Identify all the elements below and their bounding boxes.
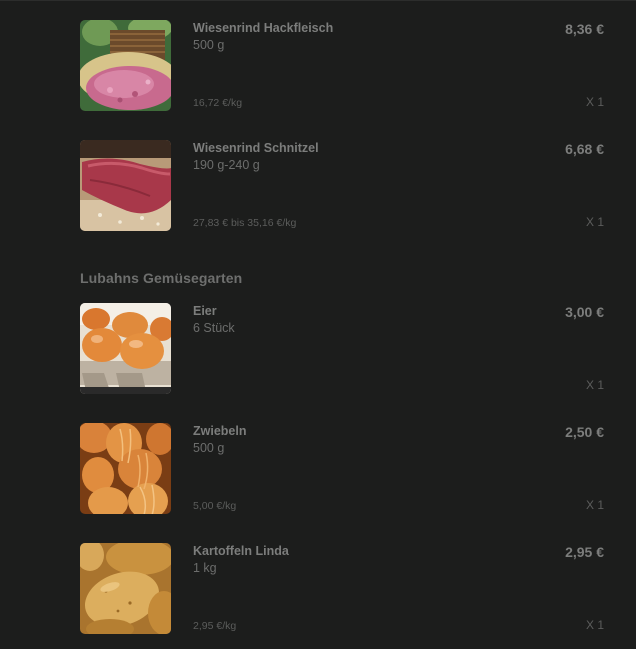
minced-beef-illustration [80,20,171,111]
section-title-vendor: Lubahns Gemüsegarten [80,270,243,286]
item-amount: 190 g-240 g [193,158,260,172]
item-name: Zwiebeln [193,424,247,438]
potatoes-illustration [80,543,171,634]
item-unit-price: 27,83 € bis 35,16 €/kg [193,217,297,229]
item-unit-price: 16,72 €/kg [193,97,243,109]
item-amount: 1 kg [193,561,217,575]
item-price: 2,95 € [565,544,604,560]
beef-schnitzel-illustration [80,140,171,231]
cart-item-kartoffeln[interactable]: Kartoffeln Linda 1 kg 2,95 €/kg 2,95 € X… [0,543,636,635]
potatoes-image[interactable] [80,543,171,634]
item-count: X 1 [585,618,604,632]
item-amount: 500 g [193,38,225,52]
item-name: Wiesenrind Schnitzel [193,141,319,155]
item-price: 3,00 € [565,304,604,320]
minced-beef-image[interactable] [80,20,171,111]
cart-item-hackfleisch[interactable]: Wiesenrind Hackfleisch 500 g 16,72 €/kg … [0,20,636,112]
item-price: 2,50 € [565,424,604,440]
cart-item-eier[interactable]: Eier 6 Stück 3,00 € X 1 [0,303,636,395]
item-price: 6,68 € [565,141,604,157]
item-name: Kartoffeln Linda [193,544,289,558]
onions-illustration [80,423,171,514]
item-count: X 1 [585,498,604,512]
eggs-illustration [80,303,171,394]
eggs-image[interactable] [80,303,171,394]
item-price: 8,36 € [565,21,604,37]
cart-page: Wiesenrind Hackfleisch 500 g 16,72 €/kg … [0,0,636,649]
cart-item-schnitzel[interactable]: Wiesenrind Schnitzel 190 g-240 g 27,83 €… [0,140,636,232]
item-name: Wiesenrind Hackfleisch [193,21,334,35]
onions-image[interactable] [80,423,171,514]
item-unit-price: 5,00 €/kg [193,500,237,512]
item-amount: 500 g [193,441,225,455]
item-count: X 1 [585,95,604,109]
item-unit-price: 2,95 €/kg [193,620,237,632]
top-divider [0,0,636,1]
item-name: Eier [193,304,217,318]
item-amount: 6 Stück [193,321,235,335]
item-count: X 1 [585,215,604,229]
beef-schnitzel-image[interactable] [80,140,171,231]
cart-item-zwiebeln[interactable]: Zwiebeln 500 g 5,00 €/kg 2,50 € X 1 [0,423,636,515]
item-count: X 1 [585,378,604,392]
